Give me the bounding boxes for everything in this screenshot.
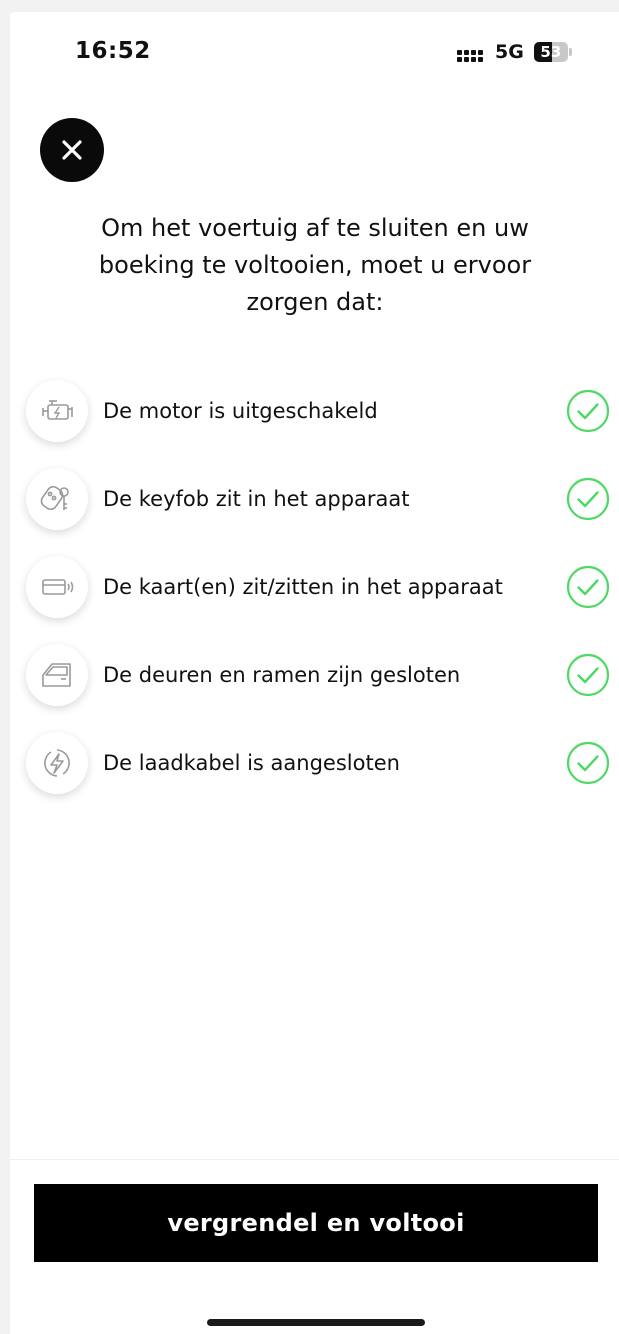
home-indicator <box>207 1319 425 1326</box>
checklist-item-label: De kaart(en) zit/zitten in het apparaat <box>103 575 503 599</box>
check-circle-icon <box>566 477 610 521</box>
charging-cable-icon <box>44 749 70 777</box>
screen: 16:52 5G 53 Om het voertuig af te sluite… <box>10 12 619 1334</box>
close-button[interactable] <box>40 118 104 182</box>
check-circle-icon <box>566 741 610 785</box>
check-circle-icon <box>566 653 610 697</box>
checklist-item-label: De keyfob zit in het apparaat <box>103 487 410 511</box>
checklist-item-engine: De motor is uitgeschakeld <box>26 367 610 455</box>
battery-level: 53 <box>540 43 562 61</box>
checklist-item-label: De laadkabel is aangesloten <box>103 751 400 775</box>
checklist-item-charging: De laadkabel is aangesloten <box>26 719 610 807</box>
checklist-item-label: De deuren en ramen zijn gesloten <box>103 663 461 687</box>
checklist-item-card: De kaart(en) zit/zitten in het apparaat <box>26 543 610 631</box>
status-time: 16:52 <box>75 38 151 64</box>
checklist-item-doors: De deuren en ramen zijn gesloten <box>26 631 610 719</box>
checklist-item-keyfob: De keyfob zit in het apparaat <box>26 455 610 543</box>
signal-icon <box>457 42 483 62</box>
car-door-icon <box>42 663 71 687</box>
bottom-action-bar: vergrendel en voltooi <box>10 1159 619 1334</box>
engine-icon <box>42 400 73 420</box>
check-circle-icon <box>566 565 610 609</box>
check-circle-icon <box>566 389 610 433</box>
card-icon <box>42 579 74 595</box>
close-icon <box>62 140 82 160</box>
page-heading: Om het voertuig af te sluiten en uw boek… <box>98 214 532 316</box>
status-indicators: 5G 53 <box>457 40 572 64</box>
checklist-item-label: De motor is uitgeschakeld <box>103 399 378 423</box>
lock-and-finish-button[interactable]: vergrendel en voltooi <box>34 1184 598 1262</box>
network-label: 5G <box>495 41 524 63</box>
battery-icon: 53 <box>533 42 572 62</box>
keyfob-icon <box>40 485 69 511</box>
checklist: De motor is uitgeschakeld De keyfob zit … <box>26 367 610 807</box>
